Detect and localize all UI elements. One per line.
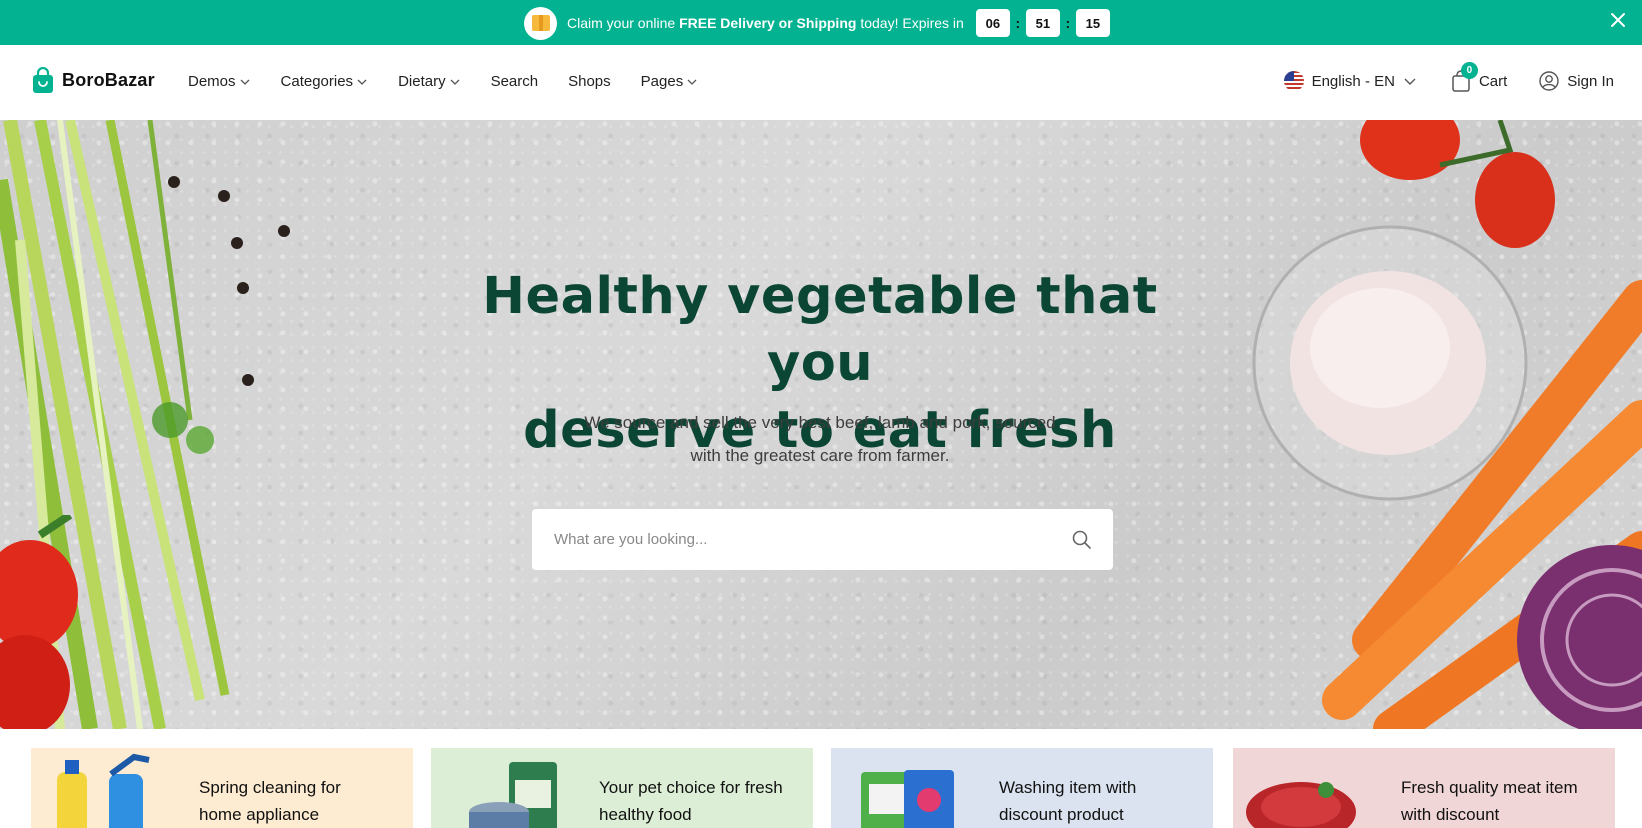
nav-label: Pages xyxy=(640,73,684,90)
nav-item-search[interactable]: Search xyxy=(491,73,539,90)
promo-card-meat[interactable]: Fresh quality meat item with discount xyxy=(1233,748,1615,828)
promo-card-pet-food[interactable]: Your pet choice for fresh healthy food xyxy=(431,748,813,828)
us-flag-icon xyxy=(1283,71,1304,91)
sign-in-button[interactable]: Sign In xyxy=(1539,71,1614,91)
nav-item-categories[interactable]: Categories xyxy=(281,73,369,90)
package-icon xyxy=(524,6,557,40)
nav-label: Demos xyxy=(188,73,236,90)
language-label: English - EN xyxy=(1311,72,1395,90)
cart-button[interactable]: 0 Cart xyxy=(1451,62,1508,92)
promo-text: Claim your online FREE Delivery or Shipp… xyxy=(567,15,964,31)
nav-item-dietary[interactable]: Dietary xyxy=(398,73,461,90)
card-text: Washing item with discount product xyxy=(999,778,1137,824)
promo-cards: Spring cleaning for home appliance Your … xyxy=(31,748,1615,828)
logo[interactable]: BoroBazar xyxy=(32,67,155,94)
chevron-down-icon xyxy=(357,79,367,85)
cart-count-badge: 0 xyxy=(1460,62,1478,79)
nav-label: Shops xyxy=(568,73,611,90)
card-text: Fresh quality meat item with discount xyxy=(1401,778,1578,824)
timer-minutes: 51 xyxy=(1025,9,1060,37)
nav-label: Dietary xyxy=(398,73,446,90)
nav-item-pages[interactable]: Pages xyxy=(641,73,699,90)
language-selector[interactable]: English - EN xyxy=(1283,71,1417,91)
header-actions: English - EN 0 Cart Sign In xyxy=(1283,62,1614,92)
site-header: BoroBazar Demos Categories Dietary Searc… xyxy=(0,45,1642,120)
carrots-image xyxy=(1322,280,1642,729)
close-icon[interactable] xyxy=(1608,10,1628,30)
card-text: Your pet choice for fresh healthy food xyxy=(599,778,783,824)
chevron-down-icon xyxy=(1404,78,1416,85)
sign-in-label: Sign In xyxy=(1567,72,1614,90)
user-icon xyxy=(1539,71,1559,91)
promo-card-washing[interactable]: Washing item with discount product xyxy=(831,748,1213,828)
chevron-down-icon xyxy=(450,79,460,85)
chevron-down-icon xyxy=(687,79,697,85)
detergent-image xyxy=(861,770,954,828)
nav-label: Categories xyxy=(280,73,354,90)
cart-label: Cart xyxy=(1478,72,1508,90)
promo-card-cleaning[interactable]: Spring cleaning for home appliance xyxy=(31,748,413,828)
timer-seconds: 15 xyxy=(1075,9,1110,37)
timer-separator: : xyxy=(1015,15,1021,31)
red-pepper-image xyxy=(0,515,78,729)
main-nav: Demos Categories Dietary Search Shops Pa… xyxy=(188,73,728,90)
peppercorns-image xyxy=(168,176,290,386)
timer-separator: : xyxy=(1065,15,1071,31)
nav-item-demos[interactable]: Demos xyxy=(188,73,251,90)
search-icon[interactable] xyxy=(1071,529,1093,551)
shopping-bag-icon xyxy=(33,67,53,93)
chevron-down-icon xyxy=(240,79,249,85)
countdown-timer: 06 : 51 : 15 xyxy=(975,9,1110,37)
hero-subtitle: We source and sell the very best beef, l… xyxy=(584,413,1056,465)
hero-banner: Healthy vegetable that you deserve to ea… xyxy=(0,120,1642,729)
search-input[interactable] xyxy=(554,531,1071,548)
cleaning-products-image xyxy=(57,753,150,828)
meat-image xyxy=(1246,782,1356,828)
card-text: Spring cleaning for home appliance xyxy=(199,778,341,824)
nav-item-shops[interactable]: Shops xyxy=(568,73,611,90)
hero-search xyxy=(532,509,1113,570)
timer-hours: 06 xyxy=(975,9,1010,37)
promo-bar: Claim your online FREE Delivery or Shipp… xyxy=(0,0,1642,45)
nav-label: Search xyxy=(490,73,539,90)
pet-food-image xyxy=(469,762,557,828)
promo-content: Claim your online FREE Delivery or Shipp… xyxy=(524,6,1110,40)
logo-text: BoroBazar xyxy=(62,70,155,90)
